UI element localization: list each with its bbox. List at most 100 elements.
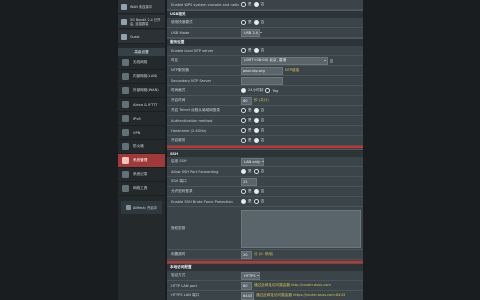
setting-label: Secondary NTP Server	[171, 78, 212, 83]
timezone-select[interactable]: (GMT+08:00) 北京, 香港	[241, 56, 328, 65]
radio-no[interactable]	[253, 108, 259, 113]
usb-mode-select[interactable]: USB 2.0	[241, 28, 263, 37]
radio-tag[interactable]	[265, 88, 271, 93]
setting-label: HTTPS LAN 端口	[171, 293, 200, 297]
radio-no[interactable]	[253, 169, 259, 174]
setting-label: 授权密钥	[171, 225, 186, 230]
radio-no[interactable]	[253, 48, 259, 53]
timezone-extra-button[interactable]	[330, 58, 333, 63]
radio-yes-label: 是	[248, 20, 252, 24]
radio-yes[interactable]	[241, 108, 246, 113]
sidebar-item-administration[interactable]: 系统管理	[118, 154, 165, 168]
sidebar-item-label: VPN	[133, 130, 141, 135]
setting-label: USB Mode	[171, 30, 190, 35]
sidebar-item-vpn[interactable]: VPN	[118, 126, 165, 140]
radio-yes-label: 是	[248, 199, 252, 203]
radio-yes-label: 是	[248, 108, 252, 112]
setting-row: 授权密钥	[167, 207, 363, 250]
setting-row: Hostname (2.4GHz) 是 否	[167, 126, 363, 136]
status-card-text: WAN 未连接中	[130, 4, 153, 9]
select-value: LAN only	[244, 159, 260, 164]
ntp-server-input[interactable]: pool.ntp.org	[241, 66, 283, 75]
radio-no[interactable]	[253, 189, 259, 194]
sidebar-item-label: 系统管理	[133, 158, 148, 162]
sidebar-item-label: Alexa & IFTTT	[133, 102, 158, 107]
setting-label: 闲置超时	[171, 252, 186, 256]
setting-label: 验证方式	[171, 273, 186, 277]
setting-label: NTP服务器	[171, 68, 189, 72]
radio-yes[interactable]	[241, 118, 246, 123]
setting-row: 开启时间 60 秒 (共计)	[167, 96, 363, 106]
setting-row: 闲置超时 20 分 (0: 停用)	[167, 250, 363, 260]
secondary-ntp-input[interactable]	[241, 76, 283, 85]
radio-yes[interactable]	[241, 169, 246, 174]
ssh-port-input[interactable]: 22	[241, 177, 257, 186]
sidebar-item-label: 网络工具	[133, 186, 148, 190]
sidebar-item-network-tools[interactable]: 网络工具	[118, 182, 165, 196]
setting-row: Allow SSH Port Forwarding 是 否	[167, 167, 363, 177]
radio-yes[interactable]	[241, 189, 246, 194]
setting-label: Allow SSH Port Forwarding	[171, 169, 219, 174]
radio-yes[interactable]	[241, 199, 246, 204]
sidebar-item-firewall[interactable]: 防火墙	[118, 140, 165, 154]
sidebar-item-wan[interactable]: 外部网络(WAN)	[118, 84, 165, 98]
status-card-bands[interactable]: 5G BandX 2.4 已开启, 连接数量	[118, 15, 165, 29]
radio-yes[interactable]	[241, 48, 246, 53]
https-link[interactable]: 通过此网址访问路由器 https://router.asus.com:8443	[256, 293, 345, 298]
setting-label: Enable local NTP server	[171, 48, 214, 53]
radio-tag-label: Tag	[272, 88, 279, 93]
select-value: (GMT+08:00) 北京, 香港	[244, 58, 287, 62]
ntp-link[interactable]: NTP链接	[285, 68, 299, 73]
radio-no[interactable]	[253, 118, 259, 123]
radio-no-label: 否	[260, 138, 265, 142]
http-port-input[interactable]: 80	[241, 281, 252, 290]
radio-24h[interactable]	[241, 88, 246, 93]
radio-yes-label: 是	[248, 2, 252, 6]
status-card-guest[interactable]: Guest	[118, 30, 165, 44]
http-link[interactable]: 通过此网址访问路由器 http://router.asus.com	[254, 283, 331, 288]
aimesh-badge[interactable]: AiMesh: 开启中	[121, 201, 162, 214]
user-icon	[121, 33, 127, 40]
sidebar-item-alexa[interactable]: Alexa & IFTTT	[118, 98, 165, 112]
setting-row: USB Mode USB 2.0	[167, 28, 363, 38]
setting-row: 使用快速模式 是 否	[167, 18, 363, 28]
sidebar-item-ipv6[interactable]: IPv6	[118, 112, 165, 126]
radio-no[interactable]	[253, 128, 259, 133]
sidebar-item-system-log[interactable]: 系统记录	[118, 168, 165, 182]
timeout-input[interactable]: 60	[241, 96, 252, 105]
sidebar-item-lan[interactable]: 内部网络(LAN)	[118, 70, 165, 84]
radio-yes[interactable]	[241, 2, 246, 7]
idle-timeout-input[interactable]: 20	[241, 250, 252, 259]
radio-no[interactable]	[253, 2, 259, 7]
https-port-input[interactable]: 8443	[241, 291, 254, 300]
radio-yes[interactable]	[241, 128, 246, 133]
chevron-down-icon	[260, 32, 263, 33]
setting-row: SSH 端口 22	[167, 177, 363, 187]
radio-yes[interactable]	[241, 20, 246, 25]
section-header-usb: USB相关	[167, 10, 363, 18]
setting-row: Enable SSH Brute Force Protection 是 否	[167, 197, 363, 207]
setting-label: 时区	[171, 58, 179, 62]
radio-no-label: 否	[260, 2, 265, 6]
ssh-enable-select[interactable]: LAN only	[241, 157, 264, 166]
admin-icon	[122, 157, 129, 164]
setting-row: 开启服务 是 否	[167, 136, 363, 146]
setting-row: HTTPS LAN 端口 8443 通过此网址访问路由器 https://rou…	[167, 291, 363, 300]
auth-method-select[interactable]: HTTPS	[241, 271, 260, 280]
tools-icon	[122, 185, 129, 192]
sidebar-item-wireless[interactable]: 无线网络	[118, 56, 165, 70]
lan-icon	[122, 73, 129, 80]
radio-no[interactable]	[253, 138, 259, 143]
authorized-keys-textarea[interactable]	[241, 210, 361, 248]
sidebar-item-label: 系统记录	[133, 172, 148, 176]
radio-no[interactable]	[253, 199, 259, 204]
status-card-text: 5G BandX 2.4 已开启, 连接数量	[130, 17, 161, 26]
setting-row: 启用 SSH LAN only	[167, 157, 363, 167]
status-card-wan[interactable]: WAN 未连接中	[118, 0, 165, 14]
radio-yes[interactable]	[241, 138, 246, 143]
radio-no-label: 否	[260, 199, 265, 203]
radio-no[interactable]	[253, 20, 259, 25]
router-icon	[121, 18, 127, 25]
section-header-ssh: SSH	[167, 149, 363, 157]
select-value: USB 2.0	[244, 30, 259, 35]
